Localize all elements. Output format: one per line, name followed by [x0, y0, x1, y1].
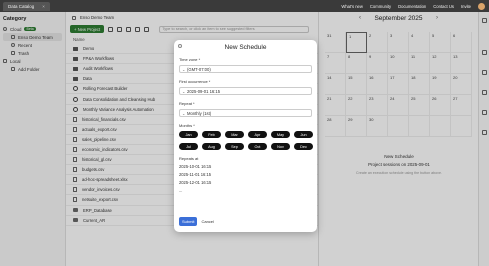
top-nav: What's new Community Documentation Conta… [341, 0, 485, 12]
nav-whats-new[interactable]: What's new [341, 4, 363, 9]
month-toggle-aug[interactable]: Aug [202, 143, 221, 150]
tab-data-catalog[interactable]: Data Catalog × [3, 1, 50, 11]
close-icon[interactable]: × [42, 4, 45, 9]
chevron-down-icon: ⌄ [182, 110, 186, 116]
chevron-down-icon: ⌄ [182, 88, 186, 94]
timezone-value: (GMT-07:00) [187, 66, 211, 72]
repeat-date: 2025-11-01 16:15 [179, 172, 212, 177]
month-toggle-jan[interactable]: Jan [179, 131, 198, 138]
repeat-ellipsis: ... [179, 188, 183, 193]
repeats-list: 2025-10-01 16:15 2025-11-01 16:15 2025-1… [179, 163, 312, 195]
chevron-down-icon: ⌄ [182, 66, 186, 72]
repeat-label: Repeat * [179, 101, 195, 106]
dialog-actions: Submit Cancel [179, 217, 214, 226]
month-toggle-jun[interactable]: Jun [294, 131, 313, 138]
nav-community[interactable]: Community [370, 4, 391, 9]
months-toggle-group: Jan Feb Mar Apr May Jun Jul Aug Sep Oct Nov Dec [179, 131, 313, 150]
first-occurrence-value: 2025-09-01 16:15 [187, 88, 221, 94]
repeat-select[interactable]: ⌄ Monthly (1st) [179, 109, 312, 117]
repeat-date: 2025-10-01 16:15 [179, 164, 212, 169]
month-toggle-sep[interactable]: Sep [225, 143, 244, 150]
month-toggle-oct[interactable]: Oct [248, 143, 267, 150]
month-toggle-apr[interactable]: Apr [248, 131, 267, 138]
months-label: Months * [179, 123, 195, 128]
submit-button[interactable]: Submit [179, 217, 198, 226]
first-occurrence-field[interactable]: ⌄ 2025-09-01 16:15 [179, 87, 312, 95]
avatar[interactable] [478, 2, 485, 10]
tab-label: Data Catalog [8, 3, 35, 9]
nav-invite[interactable]: Invite [461, 4, 471, 9]
cancel-button[interactable]: Cancel [201, 219, 213, 224]
repeat-date: 2025-12-01 16:15 [179, 180, 212, 185]
month-toggle-feb[interactable]: Feb [202, 131, 221, 138]
new-schedule-dialog: New Schedule Time zone * ⌄ (GMT-07:00) F… [174, 40, 317, 232]
first-occurrence-label: First occurrence * [179, 79, 211, 84]
dialog-title: New Schedule [224, 44, 267, 51]
timezone-select[interactable]: ⌄ (GMT-07:00) [179, 65, 312, 73]
month-toggle-may[interactable]: May [271, 131, 290, 138]
nav-documentation[interactable]: Documentation [398, 4, 426, 9]
month-toggle-jul[interactable]: Jul [179, 143, 198, 150]
top-bar: Data Catalog × What's new Community Docu… [0, 0, 489, 12]
repeats-at-label: Repeats at [179, 156, 199, 161]
nav-contact-us[interactable]: Contact Us [433, 4, 454, 9]
month-toggle-mar[interactable]: Mar [225, 131, 244, 138]
gear-icon [178, 44, 182, 48]
month-toggle-nov[interactable]: Nov [271, 143, 290, 150]
repeat-value: Monthly (1st) [187, 110, 212, 116]
month-toggle-dec[interactable]: Dec [294, 143, 313, 150]
timezone-label: Time zone * [179, 57, 201, 62]
